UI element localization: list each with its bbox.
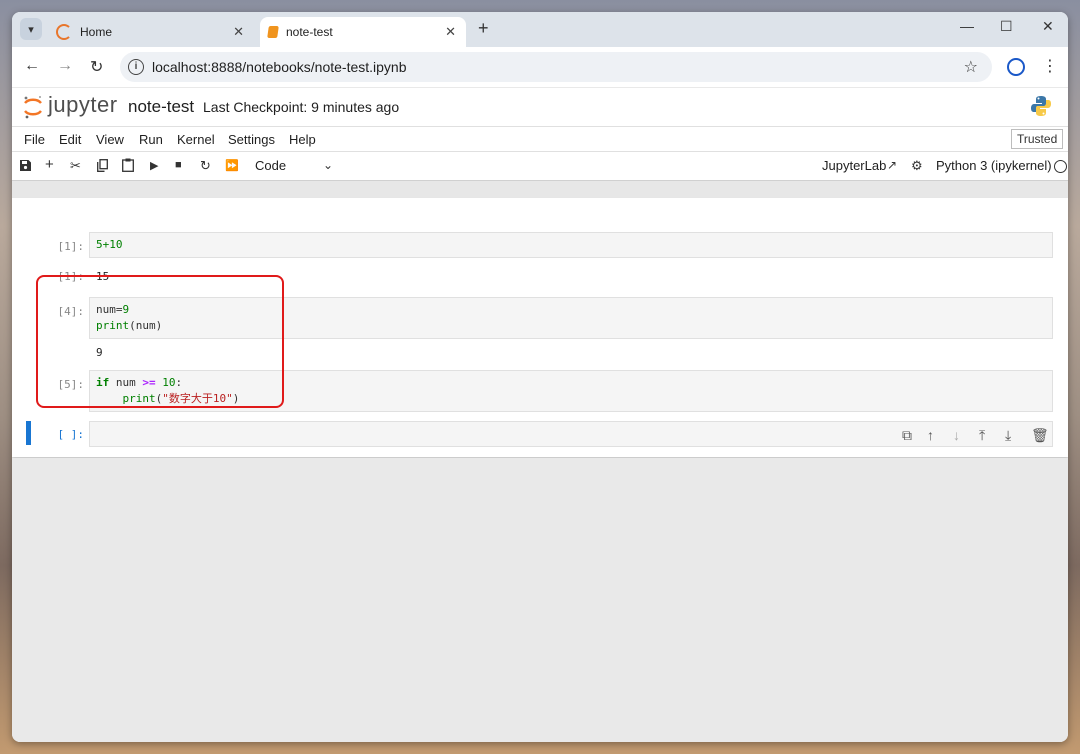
copy-icon[interactable]	[97, 159, 108, 172]
active-cell-indicator	[26, 421, 31, 445]
gear-icon[interactable]: ⚙	[911, 158, 923, 174]
paste-icon[interactable]	[122, 158, 134, 172]
notebook-favicon-icon	[267, 26, 279, 38]
checkpoint-status: Last Checkpoint: 9 minutes ago	[203, 99, 400, 115]
menu-bar: File Edit View Run Kernel Settings Help …	[12, 127, 1068, 152]
python-logo-icon	[1031, 96, 1051, 116]
minimize-icon[interactable]: —	[960, 18, 974, 34]
add-icon[interactable]: +	[45, 156, 54, 173]
kernel-status-icon	[1054, 160, 1067, 173]
jupyter-header: jupyter note-test Last Checkpoint: 9 min…	[12, 88, 1068, 127]
cell-type-select[interactable]: Code	[255, 158, 286, 173]
trusted-badge[interactable]: Trusted	[1011, 129, 1064, 149]
jupyter-favicon-icon	[56, 24, 72, 40]
empty-page-area	[12, 458, 1068, 742]
save-icon[interactable]	[20, 160, 31, 171]
cut-icon[interactable]: ✂	[70, 158, 81, 174]
menu-kernel[interactable]: Kernel	[177, 132, 215, 147]
bookmark-star-icon[interactable]: ☆	[964, 57, 978, 77]
notebook-title[interactable]: note-test	[128, 97, 194, 117]
stop-icon[interactable]: ■	[175, 159, 182, 171]
restart-icon[interactable]: ↻	[200, 158, 211, 174]
external-link-icon[interactable]: ↗	[887, 158, 897, 172]
notebook-top-strip	[12, 181, 1068, 198]
menu-help[interactable]: Help	[289, 132, 316, 147]
insert-below-icon[interactable]: ⤓	[1005, 427, 1011, 444]
move-down-icon[interactable]: ↓	[953, 427, 960, 443]
navigation-bar: ← → ↻ i localhost:8888/notebooks/note-te…	[12, 47, 1068, 87]
close-window-icon[interactable]: ✕	[1042, 18, 1054, 35]
red-highlight-box	[36, 275, 284, 408]
site-info-icon[interactable]: i	[128, 59, 144, 75]
close-tab-icon[interactable]: ✕	[445, 24, 456, 40]
menu-settings[interactable]: Settings	[228, 132, 275, 147]
new-tab-icon[interactable]: +	[478, 18, 489, 39]
insert-above-icon[interactable]: ⤒	[979, 427, 985, 444]
more-menu-icon[interactable]: ⋮	[1042, 56, 1058, 76]
code-cell-input[interactable]: 5+10	[89, 232, 1053, 258]
input-prompt: [1]:	[57, 240, 85, 253]
close-tab-icon[interactable]: ✕	[233, 24, 244, 40]
menu-view[interactable]: View	[96, 132, 124, 147]
fast-forward-icon[interactable]: ⏩	[225, 159, 239, 172]
tab-home[interactable]: Home ✕	[50, 17, 254, 47]
url-text[interactable]: localhost:8888/notebooks/note-test.ipynb	[152, 59, 407, 75]
profile-icon[interactable]	[1007, 58, 1025, 76]
reload-icon[interactable]: ↻	[90, 57, 103, 77]
run-icon[interactable]: ▶	[150, 159, 158, 172]
jupyter-logo-icon[interactable]	[22, 95, 44, 119]
forward-icon[interactable]: →	[57, 57, 73, 75]
menu-file[interactable]: File	[24, 132, 45, 147]
tab-note-test[interactable]: note-test ✕	[260, 17, 466, 47]
move-up-icon[interactable]: ↑	[927, 427, 934, 443]
maximize-icon[interactable]: ☐	[1000, 18, 1013, 35]
browser-window: ▾ Home ✕ note-test ✕ + — ☐ ✕ ← → ↻ i loc…	[12, 12, 1068, 742]
delete-icon[interactable]: 🗑	[1031, 427, 1049, 444]
jupyterlab-link[interactable]: JupyterLab	[822, 158, 886, 173]
tab-title: note-test	[286, 25, 333, 39]
tab-title: Home	[80, 25, 113, 39]
jupyter-wordmark: jupyter	[48, 92, 118, 117]
back-icon[interactable]: ←	[24, 57, 40, 75]
address-bar[interactable]: i localhost:8888/notebooks/note-test.ipy…	[120, 52, 992, 82]
menu-run[interactable]: Run	[139, 132, 163, 147]
tab-strip: ▾ Home ✕ note-test ✕ + — ☐ ✕	[12, 12, 1068, 47]
tab-search-button[interactable]: ▾	[20, 18, 42, 40]
code-cell-input-active[interactable]: ⧉ ↑ ↓ ⤒ ⤓ 🗑	[89, 421, 1053, 447]
input-prompt: [ ]:	[57, 428, 85, 441]
chevron-down-icon[interactable]: ⌄	[323, 158, 333, 172]
menu-edit[interactable]: Edit	[59, 132, 81, 147]
duplicate-icon[interactable]: ⧉	[902, 427, 912, 444]
code-text: 5+10	[96, 238, 123, 251]
kernel-name[interactable]: Python 3 (ipykernel)	[936, 158, 1052, 173]
notebook-toolbar: + ✂ ▶ ■ ↻ ⏩ Code ⌄ JupyterLab ↗ ⚙ Python…	[12, 152, 1068, 181]
code-line: 5+10	[96, 237, 123, 253]
